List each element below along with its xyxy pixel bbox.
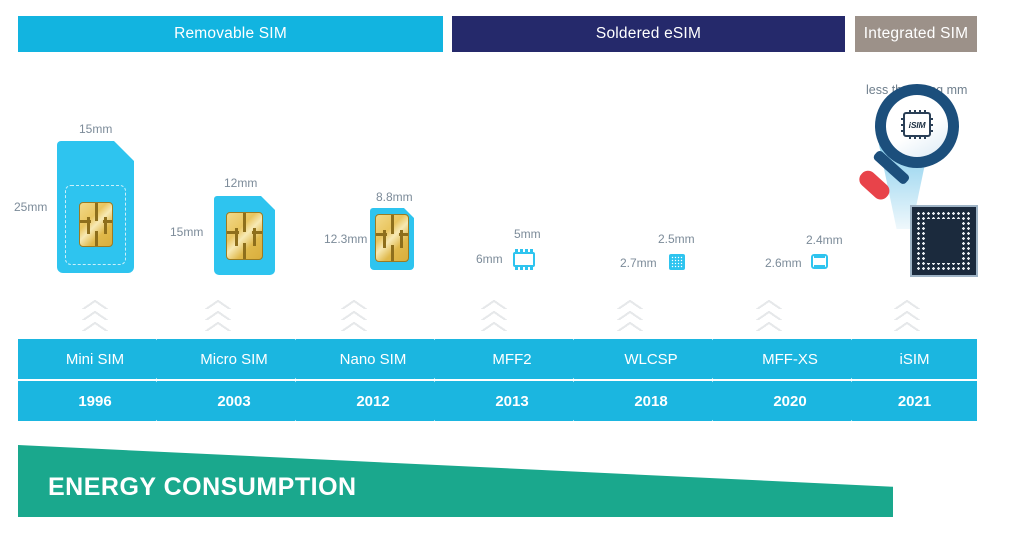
isim-chip-label: iSIM (908, 119, 926, 130)
mff2-width-label: 5mm (514, 227, 541, 241)
timeline-name-cell-mff2[interactable]: MFF2 (435, 339, 589, 379)
timeline-name-cell-nano-sim[interactable]: Nano SIM (296, 339, 450, 379)
isim-illustration: iSIM (855, 78, 995, 288)
timeline-year-cell-micro-sim[interactable]: 2003 (157, 381, 311, 421)
timeline-year-cell-mini-sim[interactable]: 1996 (18, 381, 172, 421)
nano-sim-gold-chip (375, 214, 409, 262)
category-bar-soldered-esim: Soldered eSIM (452, 16, 845, 52)
category-label-soldered-esim: Soldered eSIM (595, 25, 702, 42)
mini-sim-notch (114, 141, 134, 161)
wlcsp-width-label: 2.5mm (658, 232, 695, 246)
timeline-year-cell-nano-sim[interactable]: 2012 (296, 381, 450, 421)
nano-sim-card (370, 208, 414, 270)
chevron-down-icon (341, 300, 367, 334)
category-label-integrated-sim: Integrated SIM (863, 25, 969, 42)
timeline-name-cell-isim[interactable]: iSIM (852, 339, 977, 379)
chevron-down-icon (756, 300, 782, 334)
bga-die (926, 219, 962, 263)
timeline-year-cell-wlcsp[interactable]: 2018 (574, 381, 728, 421)
chevron-down-icon (617, 300, 643, 334)
chevron-down-icon (205, 300, 231, 334)
chevron-down-icon (481, 300, 507, 334)
mini-sim-width-label: 15mm (79, 122, 113, 136)
mff-xs-chip-pictogram (811, 254, 828, 269)
timeline-years-row: 1996 2003 2012 2013 2018 2020 2021 (18, 381, 977, 421)
nano-sim-height-label: 12.3mm (324, 232, 368, 246)
category-label-removable-sim: Removable SIM (174, 25, 287, 42)
isim-chip-icon: iSIM (901, 110, 933, 139)
mff-xs-width-label: 2.4mm (806, 233, 843, 247)
mini-sim-card (57, 141, 134, 273)
wlcsp-height-label: 2.7mm (620, 256, 657, 270)
timeline-year-cell-mff2[interactable]: 2013 (435, 381, 589, 421)
timeline-year-cell-isim[interactable]: 2021 (852, 381, 977, 421)
timeline-names-row: Mini SIM Micro SIM Nano SIM MFF2 WLCSP M… (18, 339, 977, 379)
timeline-name-cell-mini-sim[interactable]: Mini SIM (18, 339, 172, 379)
timeline-name-cell-mff-xs[interactable]: MFF-XS (713, 339, 867, 379)
category-bar-removable-sim: Removable SIM (18, 16, 443, 52)
chevron-down-icon (82, 300, 108, 334)
timeline-name-cell-wlcsp[interactable]: WLCSP (574, 339, 728, 379)
mff-xs-height-label: 2.6mm (765, 256, 802, 270)
timeline: Mini SIM Micro SIM Nano SIM MFF2 WLCSP M… (18, 339, 977, 423)
bga-package (910, 205, 978, 277)
micro-sim-card (214, 196, 275, 275)
timeline-year-cell-mff-xs[interactable]: 2020 (713, 381, 867, 421)
energy-consumption-label: ENERGY CONSUMPTION (48, 473, 357, 501)
micro-sim-width-label: 12mm (224, 176, 258, 190)
chevron-down-icon (894, 300, 920, 334)
micro-sim-gold-chip (226, 212, 263, 260)
wlcsp-chip-pictogram (669, 254, 685, 270)
mini-sim-gold-chip (79, 202, 113, 247)
micro-sim-notch (261, 196, 275, 210)
mff2-chip-pictogram (511, 249, 537, 270)
infographic-canvas: Removable SIM Soldered eSIM Integrated S… (0, 0, 1024, 535)
mff2-height-label: 6mm (476, 252, 503, 266)
micro-sim-height-label: 15mm (170, 225, 204, 239)
mini-sim-height-label: 25mm (14, 200, 48, 214)
category-bar-integrated-sim: Integrated SIM (855, 16, 977, 52)
timeline-name-cell-micro-sim[interactable]: Micro SIM (157, 339, 311, 379)
nano-sim-width-label: 8.8mm (376, 190, 413, 204)
